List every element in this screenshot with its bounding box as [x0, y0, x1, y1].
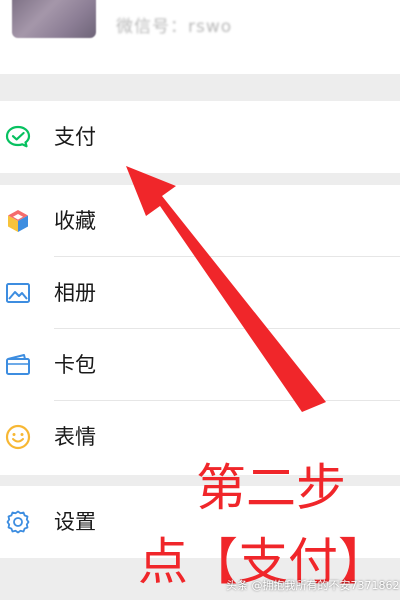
menu-item-album-label: 相册 [54, 281, 96, 305]
card-wallet-icon [6, 354, 30, 375]
main-menu-group: 收藏 相册 卡包 表情 [0, 185, 400, 475]
menu-item-favorites-label: 收藏 [54, 209, 96, 233]
gear-icon [6, 510, 30, 534]
profile-header[interactable]: 微信号：rswo [0, 0, 400, 74]
album-icon [6, 283, 30, 303]
menu-item-favorites[interactable]: 收藏 [0, 185, 400, 257]
menu-item-album[interactable]: 相册 [0, 257, 400, 329]
menu-item-cards[interactable]: 卡包 [0, 329, 400, 401]
menu-item-pay-label: 支付 [54, 125, 96, 149]
menu-item-stickers-label: 表情 [54, 425, 96, 449]
smiley-icon [5, 424, 31, 450]
menu-item-cards-label: 卡包 [54, 353, 96, 377]
wechat-id-label: 微信号：rswo [116, 17, 233, 37]
watermark: 头条 @拥抱我所有的不安73718627 [226, 579, 400, 592]
favorites-cube-icon [8, 210, 28, 232]
menu-item-settings-label: 设置 [54, 510, 96, 534]
wechat-pay-icon [5, 125, 31, 148]
menu-item-pay[interactable]: 支付 [0, 101, 400, 173]
avatar[interactable] [12, 0, 96, 38]
step-annotation-text: 第二步 [196, 459, 346, 517]
pay-group: 支付 [0, 101, 400, 173]
